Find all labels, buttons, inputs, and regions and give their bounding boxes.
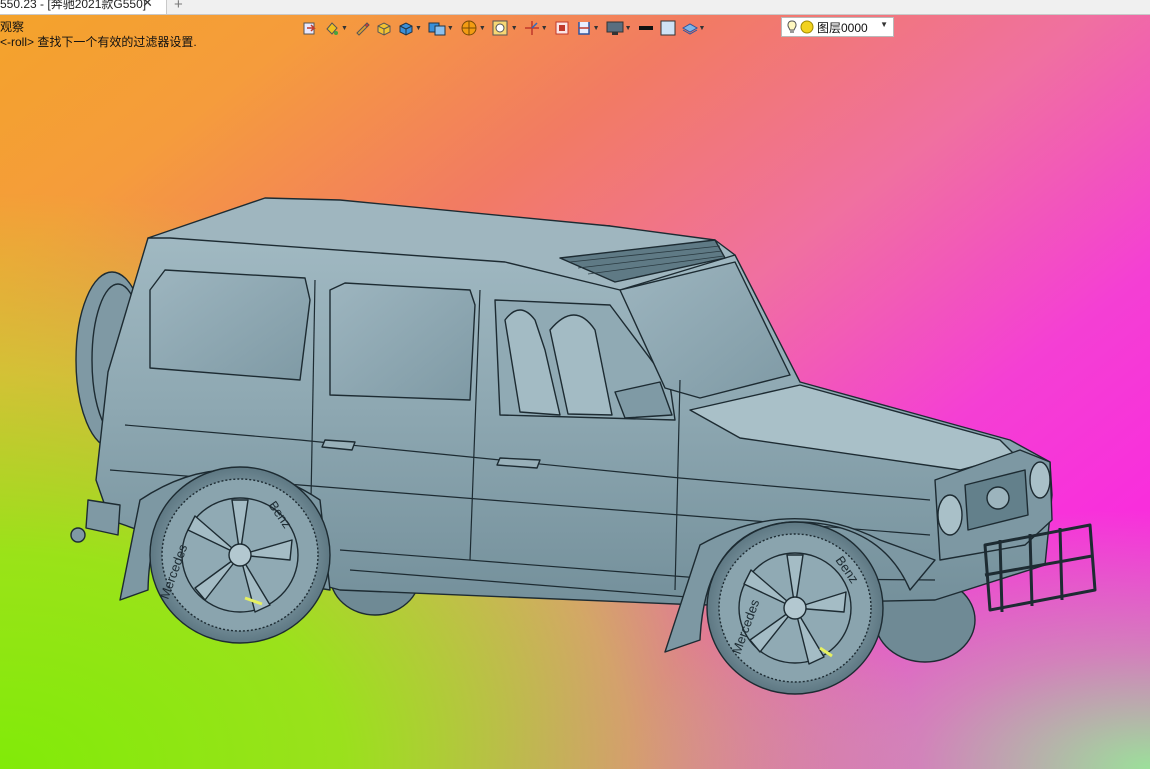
line-color-button[interactable] (638, 18, 654, 38)
layer-select[interactable]: 图层0000 ▼ (781, 17, 894, 37)
rear-bumper (85, 499, 121, 536)
display-button[interactable]: ▼ (606, 18, 632, 38)
line-color-swatch (638, 26, 653, 30)
frame-icon (555, 21, 569, 35)
chevron-down-icon[interactable]: ▼ (541, 25, 548, 32)
headlight (937, 494, 963, 536)
box-edit-button[interactable] (376, 18, 392, 38)
cube-shade-icon (399, 22, 413, 36)
chevron-down-icon[interactable]: ▼ (593, 25, 600, 32)
chevron-down-icon[interactable]: ▼ (880, 20, 888, 29)
new-tab-button[interactable]: + (174, 0, 183, 13)
sphere-view-icon (461, 20, 477, 36)
chevron-down-icon[interactable]: ▼ (699, 25, 706, 32)
chevron-down-icon[interactable]: ▼ (341, 25, 348, 32)
pencil-icon (356, 22, 370, 36)
paint-bucket-icon (326, 22, 338, 35)
prompt-line: 观察 (0, 20, 25, 34)
axis-icon (524, 21, 539, 35)
layer-name: 图层0000 (817, 20, 868, 35)
snap-icon (303, 22, 316, 35)
document-tab-bar: 550.23 - [奔驰2021款G550] ✕ + (0, 0, 1150, 15)
3d-viewport[interactable]: Mercedes Benz Mercedes Benz 550.23 - [奔驰… (0, 0, 1150, 769)
chevron-down-icon[interactable]: ▼ (625, 25, 632, 32)
layer-stack-icon (681, 23, 698, 35)
middle-window (329, 282, 476, 401)
snap-button[interactable] (302, 18, 318, 38)
close-icon[interactable]: ✕ (142, 0, 153, 9)
star-emblem (986, 486, 1010, 510)
paint-button[interactable]: ▼ (324, 18, 348, 38)
command-prompt: 观察 <-roll> 查找下一个有效的过滤器设置. (0, 20, 197, 50)
pencil-button[interactable] (354, 18, 370, 38)
chevron-down-icon[interactable]: ▼ (511, 25, 518, 32)
layer-stack-button[interactable]: ▼ (681, 18, 706, 38)
chevron-down-icon[interactable]: ▼ (447, 25, 454, 32)
section-icon (577, 22, 590, 35)
rear-window (149, 269, 311, 381)
sphere-view-button[interactable]: ▼ (460, 18, 486, 38)
prompt-line: <-roll> 查找下一个有效的过滤器设置. (0, 35, 197, 49)
display-icon (606, 21, 624, 35)
sun-icon[interactable] (800, 20, 814, 34)
chevron-down-icon[interactable]: ▼ (415, 25, 422, 32)
car-model-render[interactable]: Mercedes Benz Mercedes Benz (0, 0, 1150, 769)
frame-button[interactable] (554, 18, 570, 38)
zoom-fit-icon (492, 20, 508, 36)
fill-swatch (660, 20, 675, 36)
render-mode-icon (428, 22, 446, 36)
axis-button[interactable]: ▼ (524, 18, 548, 38)
zoom-fit-button[interactable]: ▼ (492, 18, 518, 38)
document-tab-title: 550.23 - [奔驰2021款G550] (0, 0, 147, 11)
chevron-down-icon[interactable]: ▼ (479, 25, 486, 32)
render-mode-button[interactable]: ▼ (428, 18, 454, 38)
view-toolbar: ▼ ▼ ▼ ▼ ▼ ▼ ▼ ▼ ▼ (302, 17, 711, 39)
fill-color-button[interactable] (660, 18, 676, 38)
front-wheel (706, 521, 884, 695)
section-button[interactable]: ▼ (576, 18, 600, 38)
box-edit-icon (377, 22, 391, 36)
shade-button[interactable]: ▼ (398, 18, 422, 38)
document-tab[interactable]: 550.23 - [奔驰2021款G550] ✕ (0, 0, 167, 14)
lightbulb-icon[interactable] (786, 20, 798, 34)
